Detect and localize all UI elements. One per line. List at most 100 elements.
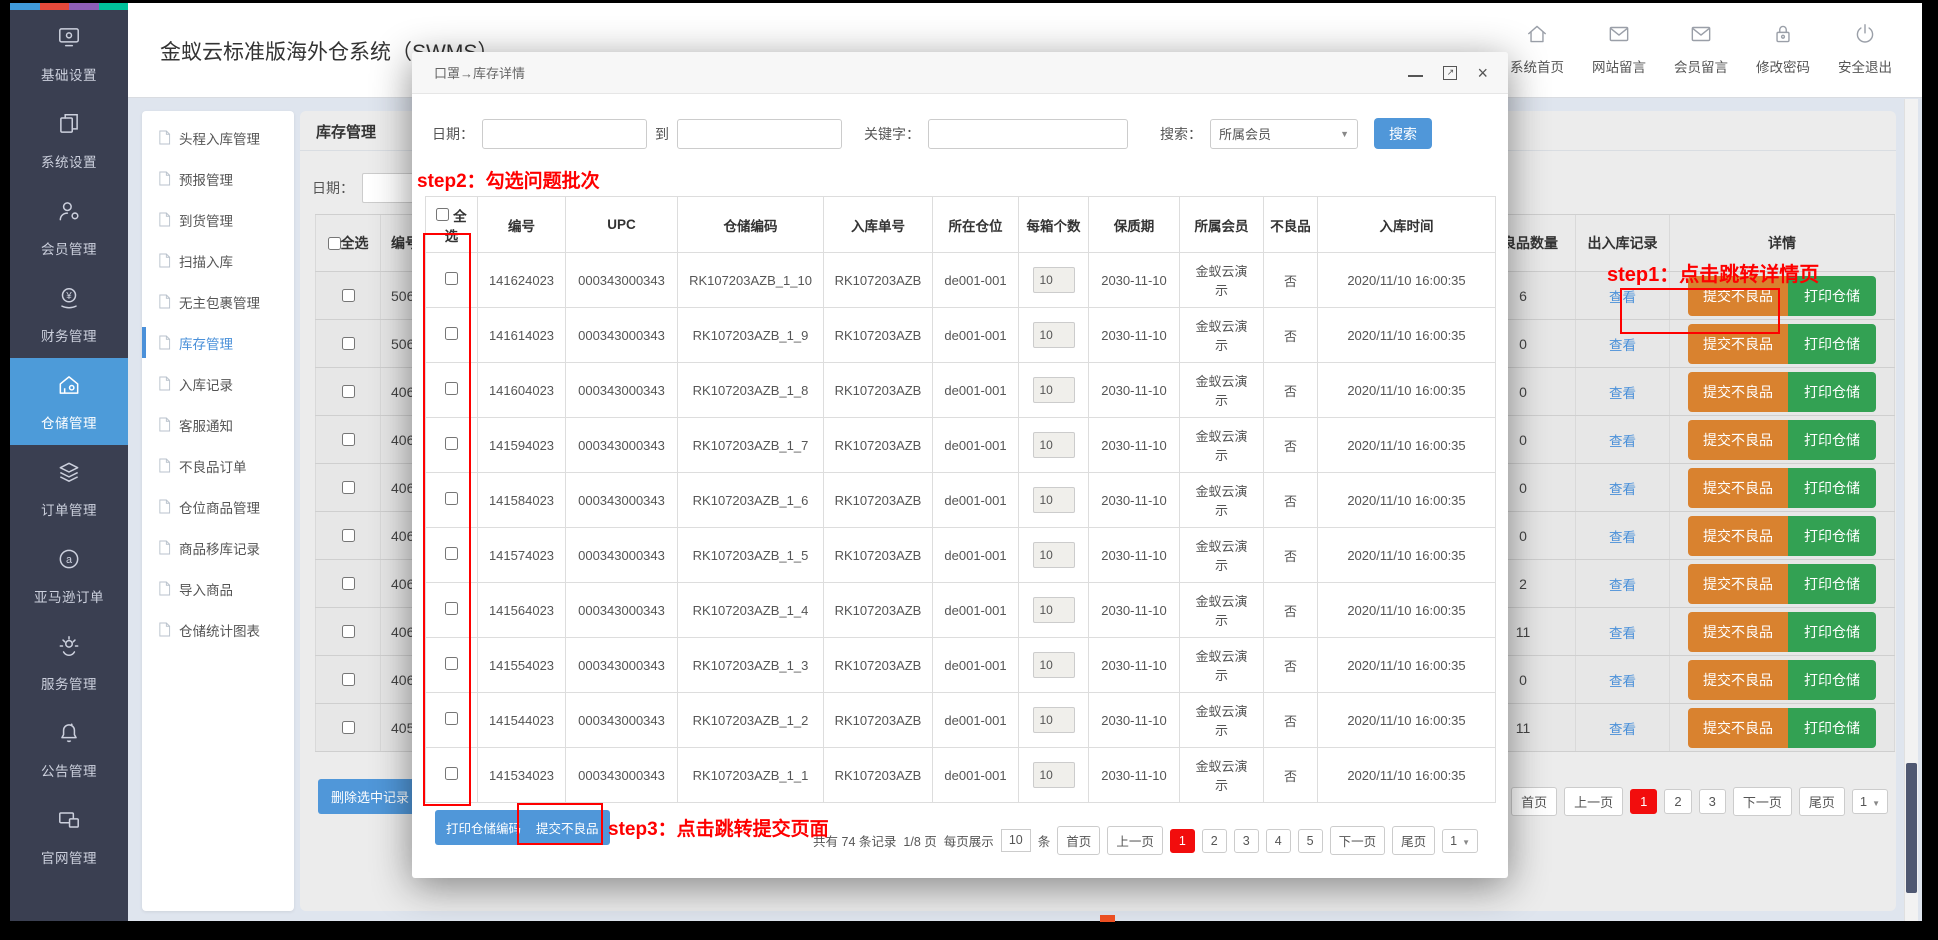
secondary-menu-item[interactable]: 仓位商品管理 bbox=[142, 486, 294, 527]
close-icon[interactable]: × bbox=[1477, 66, 1488, 80]
submit-defective-button[interactable]: 提交不良品 bbox=[1688, 324, 1788, 364]
row-checkbox[interactable] bbox=[342, 385, 355, 398]
submit-defective-button[interactable]: 提交不良品 bbox=[1688, 372, 1788, 412]
sidebar-item-member-management[interactable]: 会员管理 bbox=[10, 184, 128, 271]
secondary-menu-item[interactable]: 客服通知 bbox=[142, 404, 294, 445]
row-checkbox[interactable] bbox=[342, 673, 355, 686]
submit-defective-button[interactable]: 提交不良品 bbox=[1688, 420, 1788, 460]
row-checkbox[interactable] bbox=[342, 337, 355, 350]
member-filter-select[interactable]: 所属会员 ▼ bbox=[1210, 119, 1358, 149]
modal-page-prev[interactable]: 上一页 bbox=[1107, 826, 1163, 855]
secondary-menu-item[interactable]: 库存管理 bbox=[142, 322, 294, 363]
row-checkbox[interactable] bbox=[342, 289, 355, 302]
batch-checkbox[interactable] bbox=[445, 547, 458, 560]
per-box-qty-input[interactable]: 10 bbox=[1033, 707, 1075, 733]
view-record-link[interactable]: 查看 bbox=[1609, 382, 1636, 402]
vertical-scrollbar[interactable] bbox=[1904, 99, 1918, 921]
view-record-link[interactable]: 查看 bbox=[1609, 718, 1636, 738]
print-storage-button[interactable]: 打印仓储 bbox=[1788, 276, 1876, 316]
view-record-link[interactable]: 查看 bbox=[1609, 622, 1636, 642]
batch-checkbox[interactable] bbox=[445, 492, 458, 505]
submit-defective-button[interactable]: 提交不良品 bbox=[1688, 708, 1788, 748]
nav-system-home[interactable]: 系统首页 bbox=[1510, 21, 1564, 76]
modal-page-5[interactable]: 5 bbox=[1298, 829, 1323, 853]
row-checkbox[interactable] bbox=[342, 481, 355, 494]
per-box-qty-input[interactable]: 10 bbox=[1033, 267, 1075, 293]
date-from-input[interactable] bbox=[482, 119, 647, 149]
page-first[interactable]: 首页 bbox=[1511, 787, 1557, 816]
per-box-qty-input[interactable]: 10 bbox=[1033, 652, 1075, 678]
row-checkbox[interactable] bbox=[342, 721, 355, 734]
sidebar-item-system-settings[interactable]: 系统设置 bbox=[10, 97, 128, 184]
minimize-icon[interactable] bbox=[1408, 75, 1423, 77]
batch-checkbox[interactable] bbox=[445, 602, 458, 615]
print-storage-button[interactable]: 打印仓储 bbox=[1788, 612, 1876, 652]
sidebar-item-order-management[interactable]: 订单管理 bbox=[10, 445, 128, 532]
batch-checkbox[interactable] bbox=[445, 272, 458, 285]
keyword-input[interactable] bbox=[928, 119, 1128, 149]
submit-defective-button[interactable]: 提交不良品 bbox=[1688, 612, 1788, 652]
sidebar-item-service-management[interactable]: 服务管理 bbox=[10, 619, 128, 706]
print-storage-button[interactable]: 打印仓储 bbox=[1788, 516, 1876, 556]
page-jump-select[interactable]: 1▼ bbox=[1852, 789, 1888, 814]
row-checkbox[interactable] bbox=[342, 625, 355, 638]
batch-checkbox[interactable] bbox=[445, 382, 458, 395]
row-checkbox[interactable] bbox=[342, 529, 355, 542]
batch-checkbox[interactable] bbox=[445, 657, 458, 670]
secondary-menu-item[interactable]: 到货管理 bbox=[142, 199, 294, 240]
print-storage-button[interactable]: 打印仓储 bbox=[1788, 660, 1876, 700]
page-last[interactable]: 尾页 bbox=[1799, 787, 1845, 816]
nav-change-password[interactable]: 修改密码 bbox=[1756, 21, 1810, 76]
sidebar-item-announcement-management[interactable]: 公告管理 bbox=[10, 706, 128, 793]
view-record-link[interactable]: 查看 bbox=[1609, 430, 1636, 450]
date-to-input[interactable] bbox=[677, 119, 842, 149]
page-number-1[interactable]: 1 bbox=[1630, 789, 1657, 814]
nav-member-messages[interactable]: 会员留言 bbox=[1674, 21, 1728, 76]
print-storage-button[interactable]: 打印仓储 bbox=[1788, 420, 1876, 460]
select-all-checkbox[interactable] bbox=[436, 208, 449, 221]
secondary-menu-item[interactable]: 不良品订单 bbox=[142, 445, 294, 486]
secondary-menu-item[interactable]: 入库记录 bbox=[142, 363, 294, 404]
modal-page-first[interactable]: 首页 bbox=[1057, 826, 1100, 855]
batch-checkbox[interactable] bbox=[445, 712, 458, 725]
maximize-icon[interactable]: ↗ bbox=[1443, 66, 1457, 80]
secondary-menu-item[interactable]: 仓储统计图表 bbox=[142, 609, 294, 650]
page-next[interactable]: 下一页 bbox=[1733, 787, 1792, 816]
print-storage-button[interactable]: 打印仓储 bbox=[1788, 564, 1876, 604]
modal-page-1[interactable]: 1 bbox=[1170, 829, 1195, 853]
sidebar-item-basic-settings[interactable]: 基础设置 bbox=[10, 10, 128, 97]
submit-defective-button[interactable]: 提交不良品 bbox=[1688, 468, 1788, 508]
per-box-qty-input[interactable]: 10 bbox=[1033, 322, 1075, 348]
per-box-qty-input[interactable]: 10 bbox=[1033, 377, 1075, 403]
sidebar-item-amazon-orders[interactable]: a 亚马逊订单 bbox=[10, 532, 128, 619]
batch-checkbox[interactable] bbox=[445, 767, 458, 780]
nav-logout[interactable]: 安全退出 bbox=[1838, 21, 1892, 76]
print-storage-button[interactable]: 打印仓储 bbox=[1788, 708, 1876, 748]
view-record-link[interactable]: 查看 bbox=[1609, 478, 1636, 498]
modal-page-next[interactable]: 下一页 bbox=[1330, 826, 1386, 855]
row-checkbox[interactable] bbox=[342, 433, 355, 446]
page-number-2[interactable]: 2 bbox=[1664, 789, 1691, 814]
modal-page-4[interactable]: 4 bbox=[1266, 829, 1291, 853]
delete-selected-button[interactable]: 删除选中记录 bbox=[318, 779, 422, 814]
submit-defective-button[interactable]: 提交不良品 bbox=[1688, 276, 1788, 316]
submit-defective-button[interactable]: 提交不良品 bbox=[1688, 564, 1788, 604]
per-page-input[interactable]: 10 bbox=[1001, 829, 1031, 852]
per-box-qty-input[interactable]: 10 bbox=[1033, 542, 1075, 568]
scrollbar-thumb[interactable] bbox=[1906, 763, 1917, 893]
secondary-menu-item[interactable]: 导入商品 bbox=[142, 568, 294, 609]
select-all-checkbox[interactable] bbox=[328, 237, 341, 250]
per-box-qty-input[interactable]: 10 bbox=[1033, 762, 1075, 788]
page-number-3[interactable]: 3 bbox=[1699, 789, 1726, 814]
per-box-qty-input[interactable]: 10 bbox=[1033, 432, 1075, 458]
view-record-link[interactable]: 查看 bbox=[1609, 286, 1636, 306]
batch-checkbox[interactable] bbox=[445, 437, 458, 450]
per-box-qty-input[interactable]: 10 bbox=[1033, 597, 1075, 623]
search-button[interactable]: 搜索 bbox=[1374, 118, 1432, 149]
secondary-menu-item[interactable]: 商品移库记录 bbox=[142, 527, 294, 568]
modal-page-2[interactable]: 2 bbox=[1202, 829, 1227, 853]
submit-defective-button[interactable]: 提交不良品 bbox=[525, 810, 610, 845]
nav-site-messages[interactable]: 网站留言 bbox=[1592, 21, 1646, 76]
modal-page-last[interactable]: 尾页 bbox=[1392, 826, 1435, 855]
secondary-menu-item[interactable]: 无主包裹管理 bbox=[142, 281, 294, 322]
